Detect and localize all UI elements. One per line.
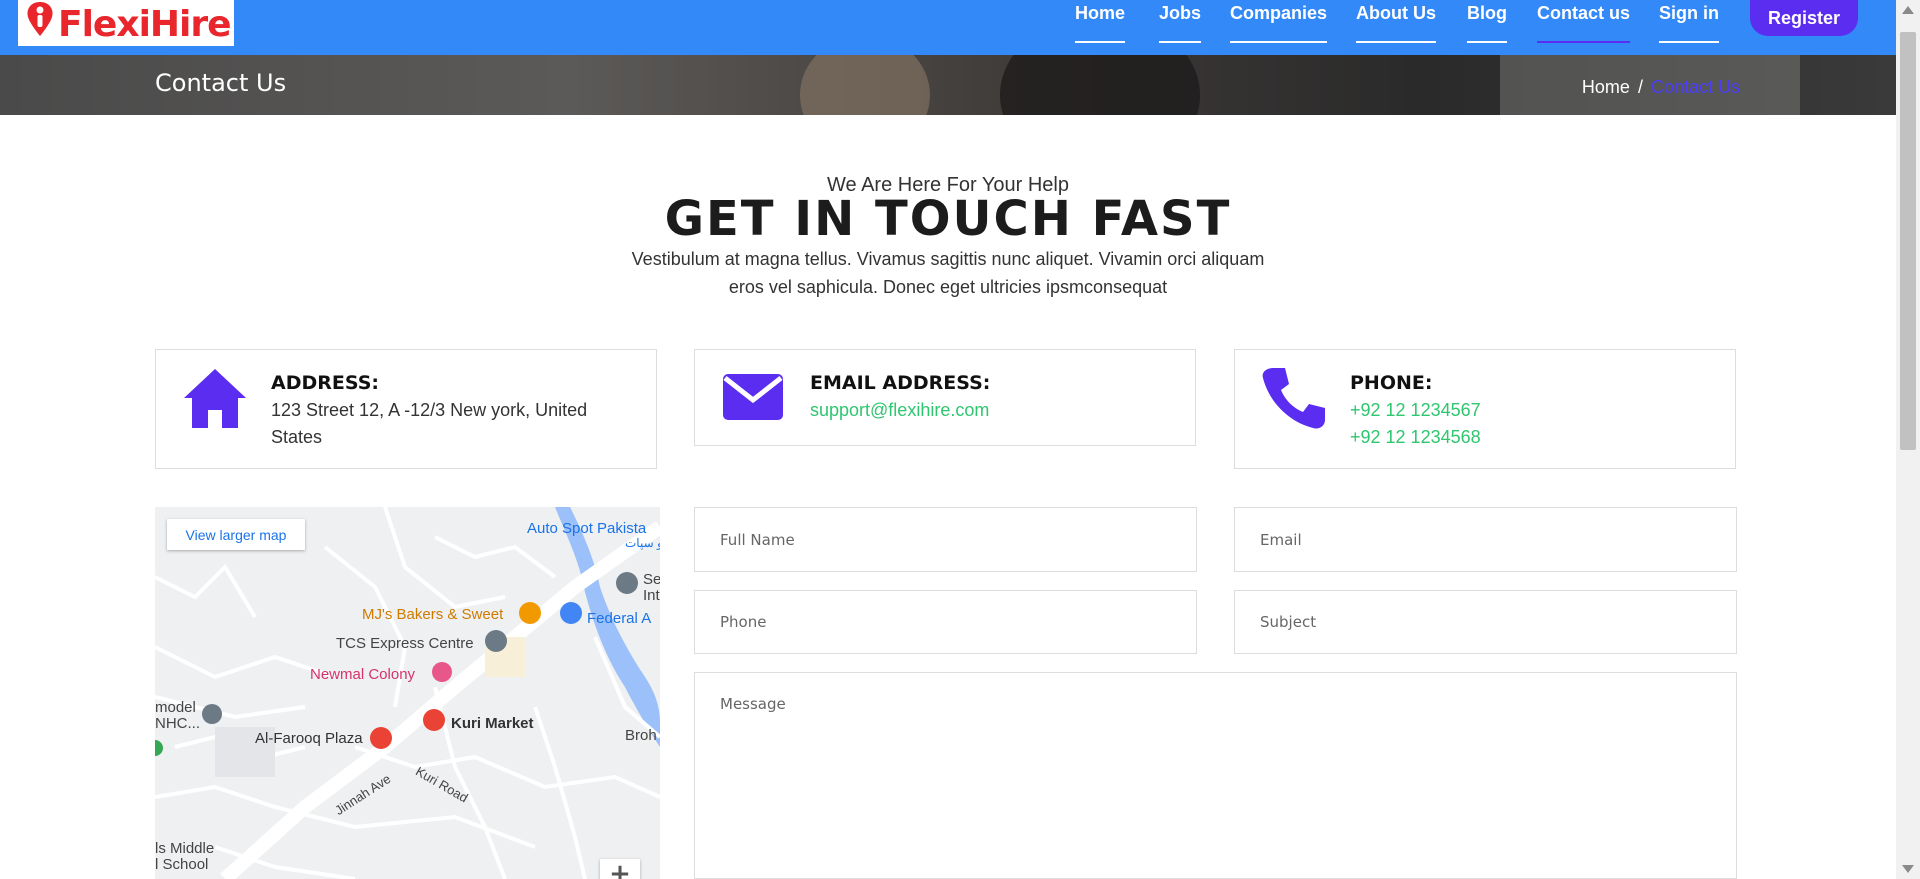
email-card: EMAIL ADDRESS: support@flexihire.com [694, 349, 1196, 446]
nav-contact-us-label: Contact us [1537, 3, 1631, 23]
map-label: model [155, 699, 196, 716]
map-label: l School [155, 856, 209, 873]
map-label: Broh [625, 727, 657, 744]
map-label: Auto Spot Pakista [527, 520, 647, 537]
map-zoom-in-button[interactable]: + [600, 859, 640, 879]
subject-input[interactable] [1234, 590, 1737, 654]
map-label: Int [643, 587, 660, 604]
nav-companies[interactable]: Companies [1230, 3, 1328, 43]
map-label: MJ's Bakers & Sweet [362, 606, 504, 623]
breadcrumb-separator: / [1637, 77, 1643, 97]
view-larger-map-link[interactable]: View larger map [167, 519, 305, 550]
phone-card: PHONE: +92 12 1234567 +92 12 1234568 [1234, 349, 1736, 469]
nav-contact-us[interactable]: Contact us [1537, 3, 1631, 43]
breadcrumb: Home / Contact Us [1582, 77, 1740, 98]
page-title: Contact Us [155, 69, 287, 97]
email-link[interactable]: support@flexihire.com [810, 400, 989, 421]
email-input[interactable] [1234, 507, 1737, 572]
phone-input[interactable] [694, 590, 1197, 654]
message-textarea[interactable] [694, 672, 1737, 879]
section-heading: GET IN TOUCH FAST [664, 191, 1232, 247]
page-banner: Contact Us Home / Contact Us [0, 55, 1896, 115]
address-line-2: States [271, 427, 323, 447]
nav-blog-label: Blog [1467, 3, 1507, 23]
nav-companies-label: Companies [1230, 3, 1328, 23]
map-label: Se [643, 571, 660, 588]
phone-title: PHONE: [1350, 372, 1433, 394]
email-title: EMAIL ADDRESS: [810, 372, 991, 394]
map-label: Newmal Colony [310, 666, 416, 683]
nav-sign-in[interactable]: Sign in [1659, 3, 1719, 43]
register-button[interactable]: Register [1750, 0, 1858, 36]
nav-blog[interactable]: Blog [1467, 3, 1507, 43]
top-nav-bar: FlexiHire Home Jobs Companies About Us B… [0, 0, 1896, 55]
phone-icon [1262, 368, 1325, 429]
home-icon [184, 369, 246, 428]
breadcrumb-current: Contact Us [1650, 77, 1740, 97]
map-label: TCS Express Centre [336, 635, 474, 652]
nav-about-us[interactable]: About Us [1356, 3, 1436, 43]
nav-sign-in-label: Sign in [1659, 3, 1719, 23]
envelope-icon [723, 374, 783, 420]
address-line-1: 123 Street 12, A -12/3 New york, United [271, 400, 588, 420]
full-name-input[interactable] [694, 507, 1197, 572]
embedded-map[interactable]: Auto Spot Pakista و سپات Se Int Federal … [155, 507, 660, 879]
phone-number-1[interactable]: +92 12 1234567 [1350, 400, 1481, 421]
breadcrumb-home[interactable]: Home [1582, 77, 1630, 97]
scroll-down-arrow[interactable] [1902, 865, 1914, 873]
nav-jobs-label: Jobs [1159, 3, 1202, 23]
address-title: ADDRESS: [271, 372, 379, 394]
map-label: ls Middle [155, 840, 215, 857]
page-scrollbar[interactable] [1896, 0, 1920, 879]
map-label: و سپات [625, 536, 660, 550]
map-label: NHC... [155, 715, 200, 732]
nav-jobs[interactable]: Jobs [1159, 3, 1202, 43]
scroll-up-arrow[interactable] [1902, 6, 1914, 14]
nav-about-us-label: About Us [1356, 3, 1436, 23]
address-card: ADDRESS: 123 Street 12, A -12/3 New york… [155, 349, 657, 469]
logo-text: FlexiHire [58, 4, 232, 45]
map-label: Al-Farooq Plaza [255, 730, 363, 747]
map-label: Kuri Market [451, 715, 534, 732]
phone-number-2[interactable]: +92 12 1234568 [1350, 427, 1481, 448]
scrollbar-thumb[interactable] [1900, 32, 1916, 450]
section-description: Vestibulum at magna tellus. Vivamus sagi… [631, 249, 1265, 297]
map-label: Federal A [587, 610, 652, 627]
nav-home[interactable]: Home [1075, 3, 1126, 43]
site-logo[interactable]: FlexiHire [18, 0, 234, 46]
map-streets [155, 507, 660, 879]
nav-home-label: Home [1075, 3, 1126, 23]
